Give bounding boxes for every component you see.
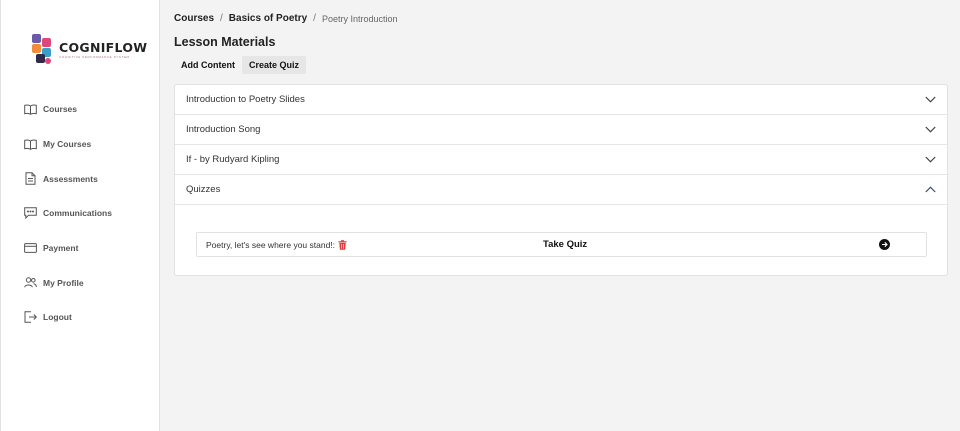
- sidebar-item-label: Assessments: [43, 173, 98, 184]
- sidebar-item-label: Communications: [43, 208, 112, 219]
- lesson-actions: Add Content Create Quiz: [174, 56, 307, 74]
- sidebar-item-logout[interactable]: Logout: [23, 300, 112, 335]
- trash-icon[interactable]: [338, 239, 347, 250]
- chevron-down-icon: [924, 94, 936, 106]
- chat-icon: [23, 206, 37, 220]
- sidebar-item-assessments[interactable]: Assessments: [23, 161, 112, 196]
- sidebar: COGNIFLOW COGNITIVE PERFORMANCE SYSTEM C…: [0, 0, 160, 431]
- quiz-item: Poetry, let's see where you stand!: Take…: [196, 232, 927, 257]
- take-quiz-button[interactable]: Take Quiz: [543, 239, 587, 250]
- sidebar-item-label: My Courses: [43, 139, 92, 150]
- credit-card-icon: [23, 241, 37, 255]
- accordion-item-if-kipling[interactable]: If - by Rudyard Kipling: [175, 145, 947, 175]
- chevron-up-icon: [924, 184, 936, 196]
- chevron-down-icon: [924, 124, 936, 136]
- sidebar-item-my-profile[interactable]: My Profile: [23, 265, 112, 300]
- quiz-name-wrapper: Poetry, let's see where you stand!:: [206, 240, 347, 250]
- breadcrumb-separator: /: [313, 13, 316, 24]
- breadcrumb-course[interactable]: Basics of Poetry: [229, 13, 307, 24]
- book-open-icon: [23, 137, 37, 151]
- accordion-item-quizzes[interactable]: Quizzes: [175, 175, 947, 205]
- accordion-title: Introduction to Poetry Slides: [186, 94, 305, 105]
- accordion-title: Introduction Song: [186, 124, 261, 135]
- sidebar-item-label: Payment: [43, 243, 79, 254]
- logout-icon: [23, 310, 37, 324]
- accordion-title: If - by Rudyard Kipling: [186, 154, 280, 165]
- sidebar-item-payment[interactable]: Payment: [23, 231, 112, 266]
- create-quiz-button[interactable]: Create Quiz: [242, 56, 307, 74]
- brand-tagline: COGNITIVE PERFORMANCE SYSTEM: [59, 55, 130, 59]
- page-title: Lesson Materials: [174, 35, 276, 49]
- brand-name: COGNIFLOW: [59, 40, 148, 55]
- materials-accordion: Introduction to Poetry Slides Introducti…: [174, 84, 948, 276]
- breadcrumb-current: Poetry Introduction: [321, 13, 398, 24]
- document-icon: [23, 172, 37, 186]
- sidebar-item-courses[interactable]: Courses: [23, 92, 112, 127]
- sidebar-nav: Courses My Courses Assessments Communica…: [23, 92, 112, 335]
- accordion-item-poetry-slides[interactable]: Introduction to Poetry Slides: [175, 85, 947, 115]
- puzzle-logo-icon: [32, 34, 51, 64]
- sidebar-item-my-courses[interactable]: My Courses: [23, 127, 112, 162]
- sidebar-item-label: Logout: [43, 312, 72, 323]
- breadcrumb-separator: /: [220, 13, 223, 24]
- breadcrumb: Courses / Basics of Poetry / Poetry Intr…: [174, 13, 398, 24]
- chevron-down-icon: [924, 154, 936, 166]
- breadcrumb-courses[interactable]: Courses: [174, 13, 214, 24]
- book-open-icon: [23, 102, 37, 116]
- arrow-right-circle-icon[interactable]: [879, 239, 890, 250]
- quizzes-panel: Poetry, let's see where you stand!: Take…: [175, 205, 947, 275]
- sidebar-item-communications[interactable]: Communications: [23, 196, 112, 231]
- users-icon: [23, 276, 37, 290]
- brand-logo[interactable]: COGNIFLOW COGNITIVE PERFORMANCE SYSTEM: [30, 31, 147, 69]
- accordion-title: Quizzes: [186, 184, 221, 195]
- sidebar-item-label: My Profile: [43, 277, 84, 288]
- add-content-button[interactable]: Add Content: [174, 56, 242, 74]
- quiz-name: Poetry, let's see where you stand!:: [206, 239, 336, 250]
- accordion-item-introduction-song[interactable]: Introduction Song: [175, 115, 947, 145]
- sidebar-item-label: Courses: [43, 104, 78, 115]
